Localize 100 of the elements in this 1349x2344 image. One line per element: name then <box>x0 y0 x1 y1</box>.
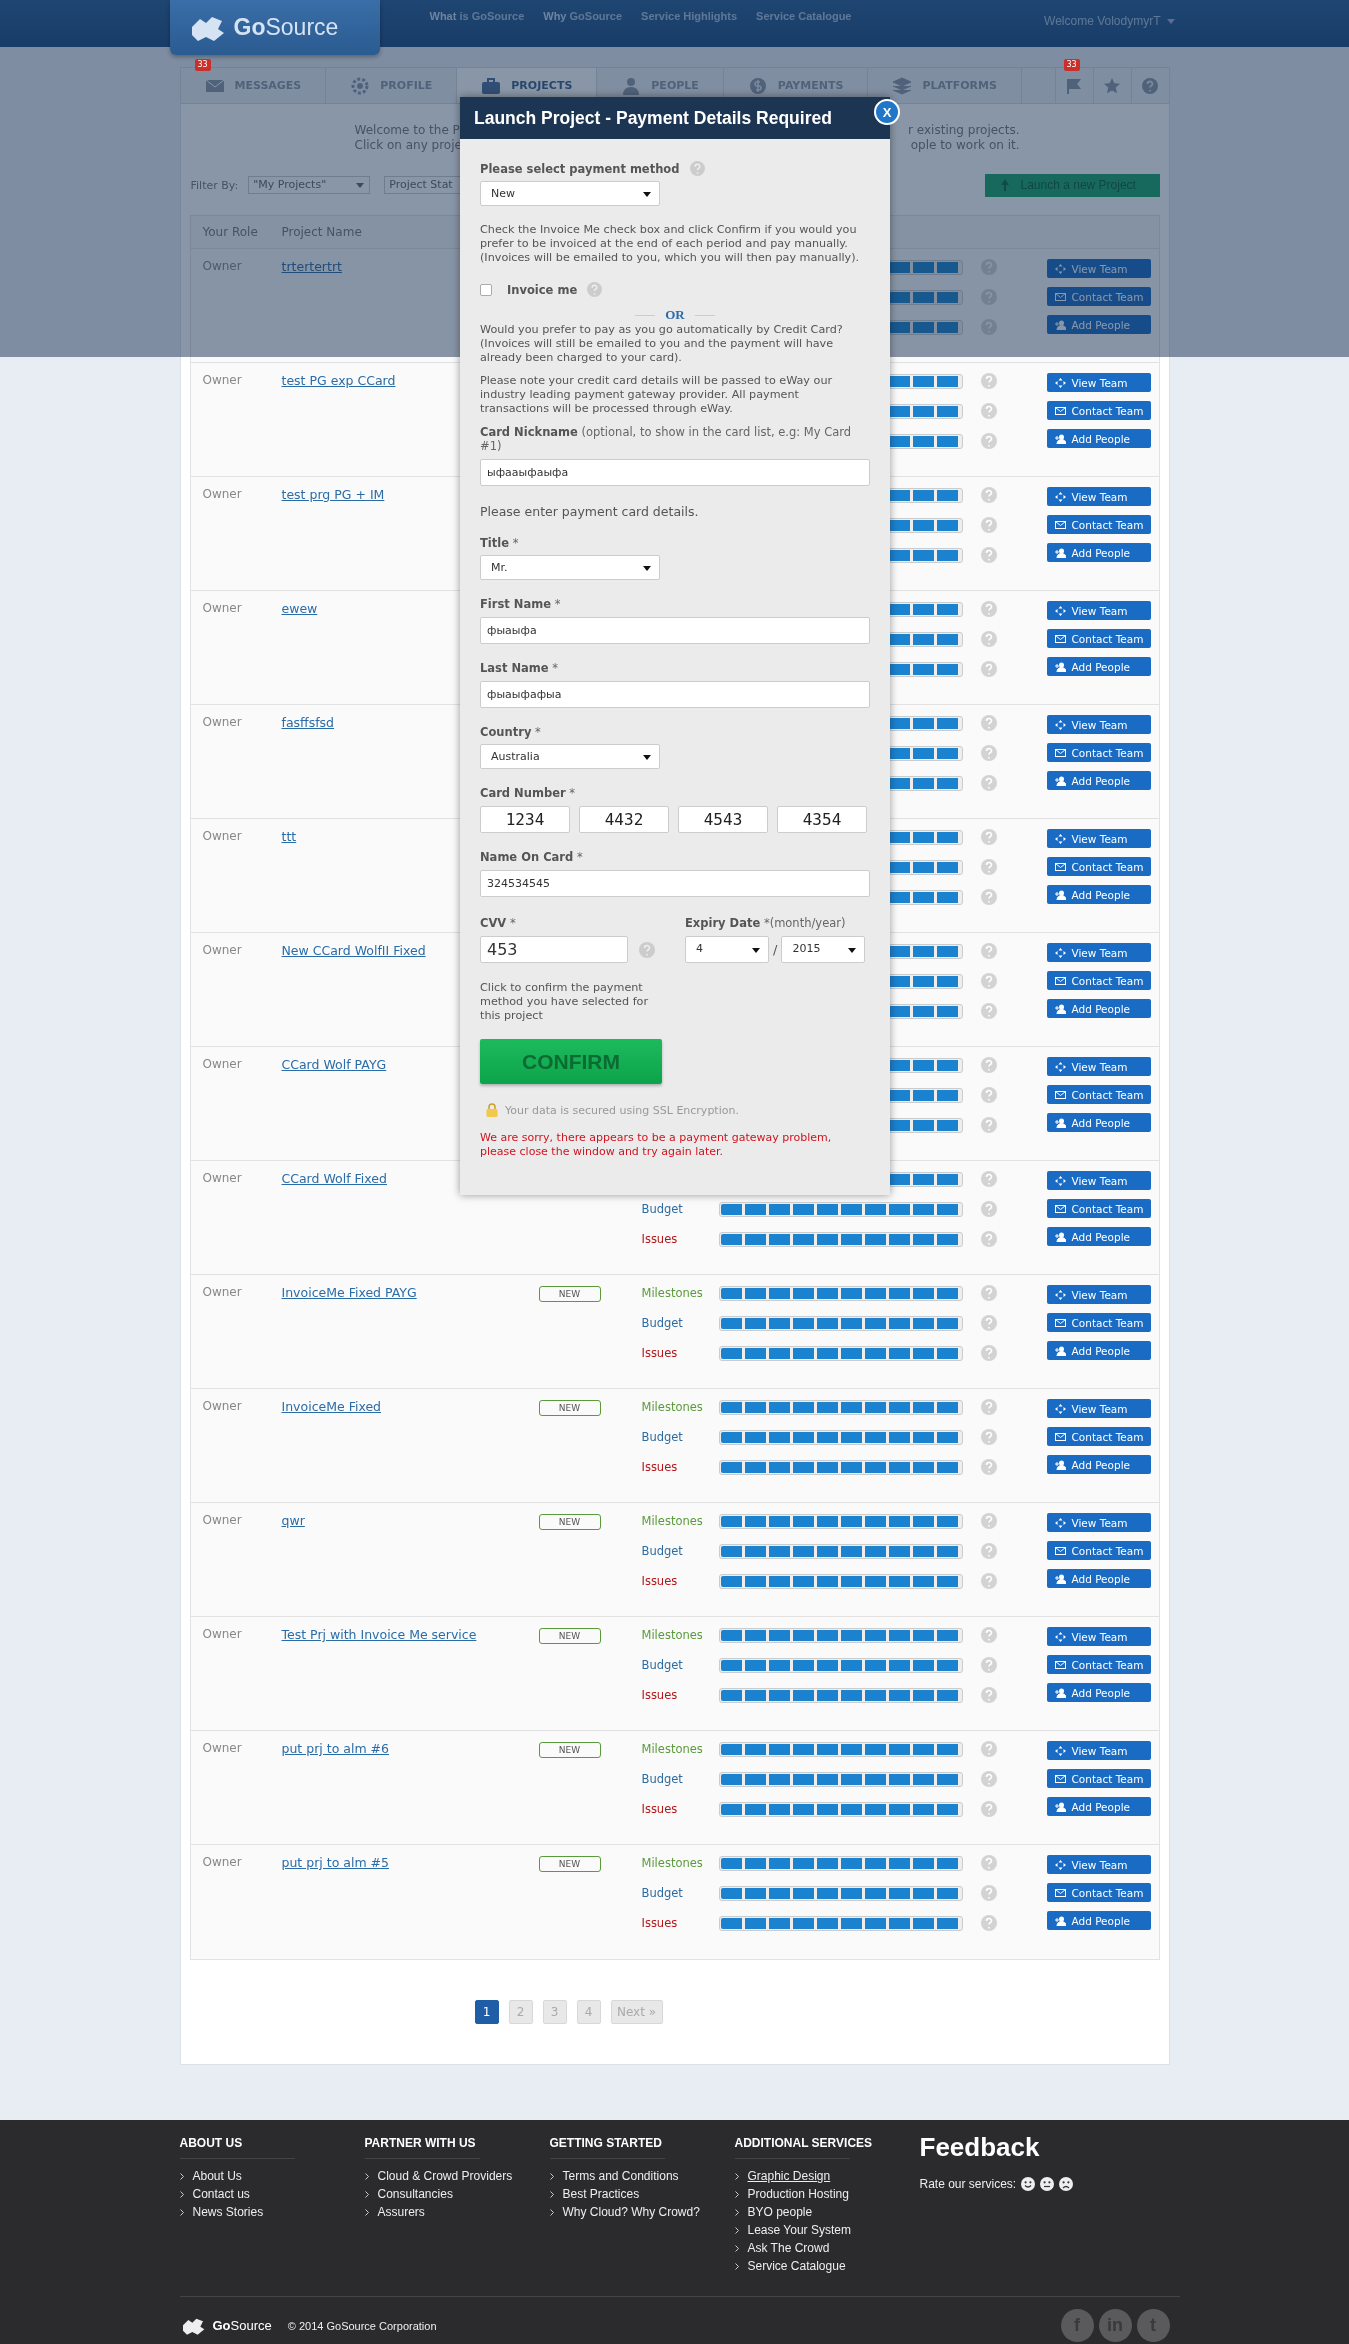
help-icon[interactable] <box>980 517 997 533</box>
happy-face-icon[interactable] <box>1021 2177 1036 2191</box>
help-icon[interactable] <box>980 1117 997 1133</box>
add-team-button[interactable]: Add People <box>1046 429 1151 448</box>
project-link[interactable]: put prj to alm #6 <box>281 1741 389 1756</box>
help-icon[interactable] <box>980 1687 997 1703</box>
help-icon[interactable] <box>980 433 997 449</box>
help-icon[interactable] <box>980 715 997 731</box>
add-team-button[interactable]: Add People <box>1046 1341 1151 1360</box>
footer-link[interactable]: Production Hosting <box>747 2187 849 2201</box>
add-team-button[interactable]: Add People <box>1046 1911 1151 1930</box>
add-team-button[interactable]: Add People <box>1046 1113 1151 1132</box>
project-link[interactable]: CCard Wolf PAYG <box>281 1057 387 1072</box>
view-team-button[interactable]: View Team <box>1046 715 1151 734</box>
contact-team-button[interactable]: Contact Team <box>1046 287 1151 306</box>
add-team-button[interactable]: Add People <box>1046 657 1151 676</box>
add-team-button[interactable]: Add People <box>1046 1455 1151 1474</box>
view-team-button[interactable]: View Team <box>1046 601 1151 620</box>
project-link[interactable]: ttt <box>281 829 297 844</box>
help-icon[interactable] <box>980 973 997 989</box>
contact-team-button[interactable]: Contact Team <box>1046 629 1151 648</box>
help-icon[interactable] <box>980 1171 997 1187</box>
help-icon[interactable] <box>980 1741 997 1757</box>
footer-link[interactable]: BYO people <box>747 2205 813 2219</box>
help-icon[interactable] <box>980 889 997 905</box>
view-team-button[interactable]: View Team <box>1046 1627 1151 1646</box>
view-team-button[interactable]: View Team <box>1046 1513 1151 1532</box>
project-link[interactable]: trtertertrt <box>281 259 342 274</box>
dropdown[interactable]: Mr. <box>480 555 660 580</box>
view-team-button[interactable]: View Team <box>1046 487 1151 506</box>
help-icon[interactable] <box>980 1855 997 1871</box>
footer-link[interactable]: Lease Your System <box>747 2223 851 2237</box>
help-icon[interactable] <box>980 1285 997 1301</box>
neutral-face-icon[interactable] <box>1040 2177 1055 2191</box>
footer-link[interactable]: Best Practices <box>562 2187 640 2201</box>
help-icon[interactable] <box>980 373 997 389</box>
contact-team-button[interactable]: Contact Team <box>1046 515 1151 534</box>
view-team-button[interactable]: View Team <box>1046 1855 1151 1874</box>
project-link[interactable]: Test Prj with Invoice Me service <box>281 1627 477 1642</box>
view-team-button[interactable]: View Team <box>1046 1399 1151 1418</box>
help-icon[interactable] <box>980 1399 997 1415</box>
add-team-button[interactable]: Add People <box>1046 315 1151 334</box>
help-icon[interactable] <box>980 1003 997 1019</box>
help-icon[interactable] <box>980 1543 997 1559</box>
month-dropdown[interactable]: 4 <box>685 936 769 963</box>
footer-link[interactable]: Assurers <box>377 2205 425 2219</box>
project-link[interactable]: CCard Wolf Fixed <box>281 1171 387 1186</box>
project-link[interactable]: fasffsfsd <box>281 715 335 730</box>
help-icon[interactable] <box>980 1513 997 1529</box>
help-icon[interactable] <box>980 1231 997 1247</box>
footer-link[interactable]: About Us <box>192 2169 242 2183</box>
help-icon[interactable] <box>980 1627 997 1643</box>
help-icon[interactable] <box>689 161 705 176</box>
footer-link[interactable]: Cloud & Crowd Providers <box>377 2169 513 2183</box>
view-team-button[interactable]: View Team <box>1046 1285 1151 1304</box>
help-icon[interactable] <box>980 829 997 845</box>
footer-link[interactable]: Terms and Conditions <box>562 2169 679 2183</box>
help-icon[interactable] <box>980 943 997 959</box>
help-icon[interactable] <box>980 745 997 761</box>
contact-team-button[interactable]: Contact Team <box>1046 401 1151 420</box>
card-number-input[interactable]: 4432 <box>579 806 669 833</box>
help-icon[interactable] <box>980 1885 997 1901</box>
project-link[interactable]: InvoiceMe Fixed <box>281 1399 382 1414</box>
text-input[interactable]: фыаыфафыа <box>480 681 870 708</box>
footer-link[interactable]: News Stories <box>192 2205 264 2219</box>
nickname-input[interactable]: ыфааыфаыфа <box>480 459 870 486</box>
project-link[interactable]: InvoiceMe Fixed PAYG <box>281 1285 417 1300</box>
view-team-button[interactable]: View Team <box>1046 259 1151 278</box>
help-icon[interactable] <box>980 1573 997 1589</box>
contact-team-button[interactable]: Contact Team <box>1046 1655 1151 1674</box>
view-team-button[interactable]: View Team <box>1046 373 1151 392</box>
view-team-button[interactable]: View Team <box>1046 1741 1151 1760</box>
add-team-button[interactable]: Add People <box>1046 771 1151 790</box>
help-icon[interactable] <box>980 859 997 875</box>
view-team-button[interactable]: View Team <box>1046 1057 1151 1076</box>
contact-team-button[interactable]: Contact Team <box>1046 1085 1151 1104</box>
help-icon[interactable] <box>980 1429 997 1445</box>
contact-team-button[interactable]: Contact Team <box>1046 1199 1151 1218</box>
project-link[interactable]: test prg PG + IM <box>281 487 385 502</box>
project-link[interactable]: put prj to alm #5 <box>281 1855 389 1870</box>
help-icon[interactable] <box>980 1801 997 1817</box>
help-icon[interactable] <box>980 1087 997 1103</box>
project-link[interactable]: qwr <box>281 1513 305 1528</box>
contact-team-button[interactable]: Contact Team <box>1046 1541 1151 1560</box>
card-number-input[interactable]: 1234 <box>480 806 570 833</box>
footer-link[interactable]: Ask The Crowd <box>747 2241 830 2255</box>
help-icon[interactable] <box>980 1915 997 1931</box>
help-icon[interactable] <box>980 1459 997 1475</box>
help-icon[interactable] <box>980 1315 997 1331</box>
footer-link[interactable]: Service Catalogue <box>747 2259 846 2273</box>
help-icon[interactable] <box>980 631 997 647</box>
footer-link[interactable]: Consultancies <box>377 2187 453 2201</box>
contact-team-button[interactable]: Contact Team <box>1046 971 1151 990</box>
contact-team-button[interactable]: Contact Team <box>1046 1883 1151 1902</box>
footer-link[interactable]: Contact us <box>192 2187 250 2201</box>
card-number-input[interactable]: 4354 <box>777 806 867 833</box>
page-button[interactable]: 1 <box>474 2000 499 2024</box>
add-team-button[interactable]: Add People <box>1046 1683 1151 1702</box>
view-team-button[interactable]: View Team <box>1046 943 1151 962</box>
help-icon[interactable] <box>980 601 997 617</box>
